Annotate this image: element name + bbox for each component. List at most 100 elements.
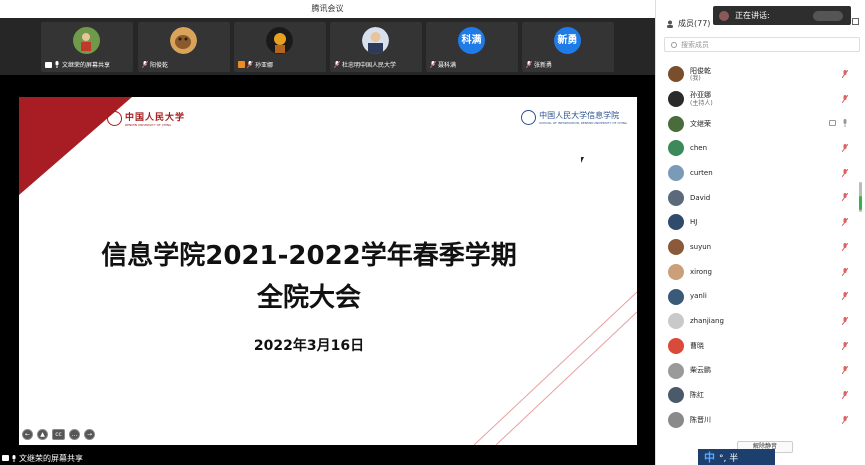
- mic-muted-icon[interactable]: [842, 415, 848, 424]
- avatar: [668, 239, 684, 256]
- speaking-label: 正在讲话:: [735, 11, 770, 20]
- title-bar: 腾讯会议: [0, 0, 655, 18]
- logo-left-text: 中国人民大学: [125, 113, 186, 123]
- mic-muted-icon[interactable]: [842, 366, 848, 375]
- member-search-input[interactable]: 搜索成员: [664, 37, 860, 52]
- school-seal-icon: [521, 110, 537, 125]
- speaker-name-blur: [813, 10, 843, 21]
- ime-mode: °, 半: [719, 453, 739, 464]
- avatar: [668, 214, 684, 231]
- list-item[interactable]: 阳俊乾 (我): [656, 62, 856, 87]
- participant-thumb[interactable]: 阳俊乾: [138, 22, 230, 72]
- list-item[interactable]: David: [656, 185, 856, 210]
- thumb-nameplate: 文继荣的屏幕共享: [45, 59, 129, 70]
- thumb-name: 张新勇: [534, 62, 553, 69]
- ime-lang: 中: [704, 451, 715, 464]
- participant-thumb[interactable]: 孙亚娜: [234, 22, 326, 72]
- thumb-name: 聂科满: [438, 62, 457, 69]
- list-item[interactable]: 陈晋川: [656, 408, 856, 433]
- member-name: 陈晋川: [690, 415, 711, 424]
- participant-thumb[interactable]: 新勇 张新勇: [522, 22, 614, 72]
- screen-share-icon: [45, 61, 52, 68]
- thumb-name: 阳俊乾: [150, 62, 169, 69]
- list-item[interactable]: 陈红: [656, 383, 856, 408]
- member-name: yanli: [690, 292, 707, 301]
- mic-muted-icon: [334, 61, 340, 68]
- pointer-icon[interactable]: ▲: [37, 429, 48, 440]
- thumb-name: 孙亚娜: [255, 62, 274, 69]
- mic-muted-icon[interactable]: [842, 242, 848, 251]
- avatar: 科满: [458, 27, 485, 54]
- mic-muted-icon[interactable]: [842, 193, 848, 202]
- mic-muted-icon[interactable]: [842, 316, 848, 325]
- mic-muted-icon[interactable]: [842, 168, 848, 177]
- member-name: 曹晓: [690, 341, 704, 350]
- list-item[interactable]: zhanjiang: [656, 309, 856, 334]
- mic-icon: [55, 61, 59, 68]
- ime-indicator[interactable]: 中 °, 半: [698, 449, 775, 465]
- avatar: [668, 313, 684, 330]
- mic-muted-icon[interactable]: [842, 70, 848, 78]
- mic-icon[interactable]: [842, 119, 848, 128]
- list-item[interactable]: chen: [656, 136, 856, 161]
- search-placeholder: 搜索成员: [681, 40, 709, 49]
- list-item[interactable]: xirong: [656, 260, 856, 285]
- thumb-nameplate: 阳俊乾: [142, 59, 226, 70]
- mic-muted-icon[interactable]: [842, 94, 848, 103]
- avatar: [668, 288, 684, 305]
- caption-icon[interactable]: cc: [52, 429, 65, 440]
- mic-muted-icon[interactable]: [842, 341, 848, 350]
- screen-share-label: 文继荣的屏幕共享: [2, 452, 83, 464]
- member-name: David: [690, 193, 711, 202]
- participant-thumb[interactable]: 文继荣的屏幕共享: [41, 22, 133, 72]
- slide-subtitle: 全院大会: [256, 283, 361, 313]
- list-item[interactable]: curten: [656, 161, 856, 186]
- avatar: [668, 91, 684, 108]
- school-of-information-logo: 中国人民大学信息学院 SCHOOL OF INFORMATION, RENMIN…: [521, 110, 627, 125]
- mic-muted-icon[interactable]: [842, 144, 848, 153]
- mic-muted-icon[interactable]: [842, 292, 848, 301]
- more-icon[interactable]: …: [69, 429, 80, 440]
- list-item[interactable]: 柴云鹏: [656, 358, 856, 383]
- avatar: [668, 165, 684, 182]
- avatar: [266, 27, 293, 54]
- avatar: [668, 362, 684, 379]
- close-icon[interactable]: [852, 18, 859, 25]
- list-item[interactable]: yanli: [656, 284, 856, 309]
- avatar: [668, 387, 684, 404]
- mic-muted-icon[interactable]: [842, 390, 848, 399]
- avatar: [668, 189, 684, 206]
- volume-indicator: [859, 196, 862, 210]
- list-item[interactable]: HJ: [656, 210, 856, 235]
- member-name: 文继荣: [690, 119, 711, 128]
- mic-muted-icon[interactable]: [842, 267, 848, 276]
- participant-thumb[interactable]: 科满 聂科满: [426, 22, 518, 72]
- thumb-nameplate: 孙亚娜: [238, 59, 322, 70]
- mic-icon: [12, 454, 16, 462]
- member-name: 陈红: [690, 391, 704, 400]
- renmin-university-logo: 中国人民大学 RENMIN UNIVERSITY OF CHINA: [107, 110, 185, 127]
- avatar: [668, 115, 684, 132]
- back-arrow-icon[interactable]: ←: [22, 429, 33, 440]
- logo-right-text: 中国人民大学信息学院: [539, 111, 620, 120]
- members-panel: 成员(77) 搜索成员 阳俊乾 (我) 孙亚娜 (主持人) 文继荣 chen c…: [655, 0, 865, 465]
- list-item[interactable]: 孙亚娜 (主持人): [656, 87, 856, 112]
- slide-date: 2022年3月16日: [253, 338, 365, 354]
- member-name: HJ: [690, 218, 698, 227]
- avatar: 新勇: [554, 27, 581, 54]
- mic-muted-icon: [526, 61, 532, 68]
- mic-muted-icon[interactable]: [842, 218, 848, 227]
- member-name: xirong: [690, 267, 712, 276]
- member-name: suyun: [690, 242, 712, 251]
- list-item[interactable]: 文继荣: [656, 111, 856, 136]
- logo-right-en-text: SCHOOL OF INFORMATION, RENMIN UNIVERSITY…: [539, 121, 627, 125]
- list-item[interactable]: suyun: [656, 235, 856, 260]
- participant-thumb[interactable]: 杜忠明中国人民大学: [330, 22, 422, 72]
- mic-muted-icon: [247, 61, 253, 68]
- member-name: zhanjiang: [690, 317, 724, 326]
- list-item[interactable]: 曹晓: [656, 334, 856, 359]
- avatar: [668, 140, 684, 157]
- forward-arrow-icon[interactable]: →: [84, 429, 95, 440]
- member-name: 柴云鹏: [690, 366, 711, 375]
- member-list: 阳俊乾(我) 孙亚娜(主持人) 文继荣 chen curten David: [656, 62, 856, 432]
